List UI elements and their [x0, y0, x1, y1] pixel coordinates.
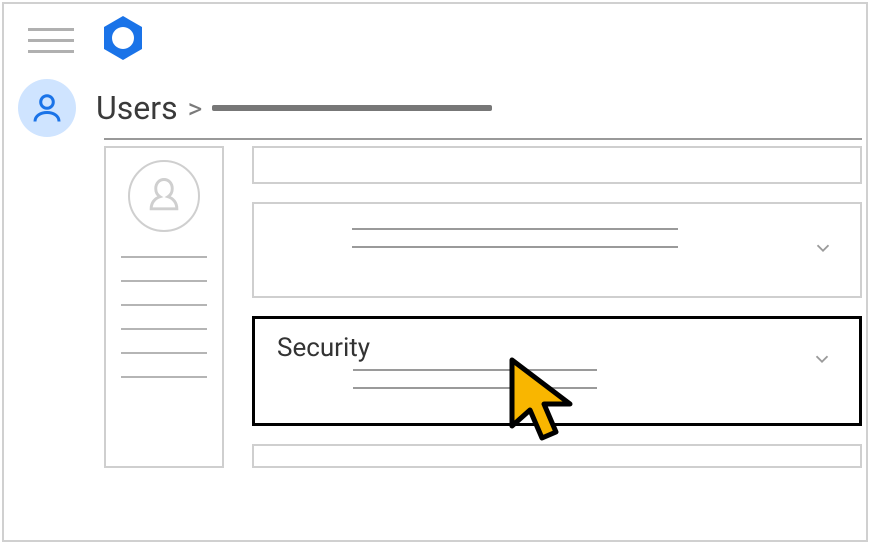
breadcrumb-root[interactable]: Users	[96, 89, 178, 127]
hamburger-icon[interactable]	[28, 28, 74, 53]
breadcrumb-separator: >	[188, 92, 203, 125]
settings-card-list: Security	[252, 146, 866, 468]
sidebar-item[interactable]	[121, 352, 207, 354]
breadcrumb-current-placeholder	[212, 105, 492, 111]
settings-card[interactable]	[252, 146, 862, 184]
placeholder-line	[352, 228, 678, 230]
profile-silhouette-icon	[128, 160, 200, 232]
sidebar-item[interactable]	[121, 280, 207, 282]
sidebar-nav-list	[121, 256, 207, 378]
sidebar-item[interactable]	[121, 256, 207, 258]
sidebar-item[interactable]	[121, 376, 207, 378]
sidebar-item[interactable]	[121, 328, 207, 330]
card-title: Security	[277, 333, 837, 363]
placeholder-line	[352, 246, 678, 248]
user-avatar-icon[interactable]	[18, 79, 76, 137]
sidebar-item[interactable]	[121, 304, 207, 306]
placeholder-line	[353, 369, 597, 371]
chevron-down-icon[interactable]	[812, 237, 834, 263]
settings-card[interactable]	[252, 202, 862, 298]
chevron-down-icon[interactable]	[811, 348, 833, 374]
placeholder-line	[353, 387, 597, 389]
gear-icon[interactable]	[98, 13, 148, 67]
security-card[interactable]: Security	[252, 316, 862, 426]
user-sidebar	[104, 146, 224, 468]
top-bar	[4, 4, 866, 76]
breadcrumb: Users >	[4, 76, 866, 140]
settings-card[interactable]	[252, 444, 862, 468]
